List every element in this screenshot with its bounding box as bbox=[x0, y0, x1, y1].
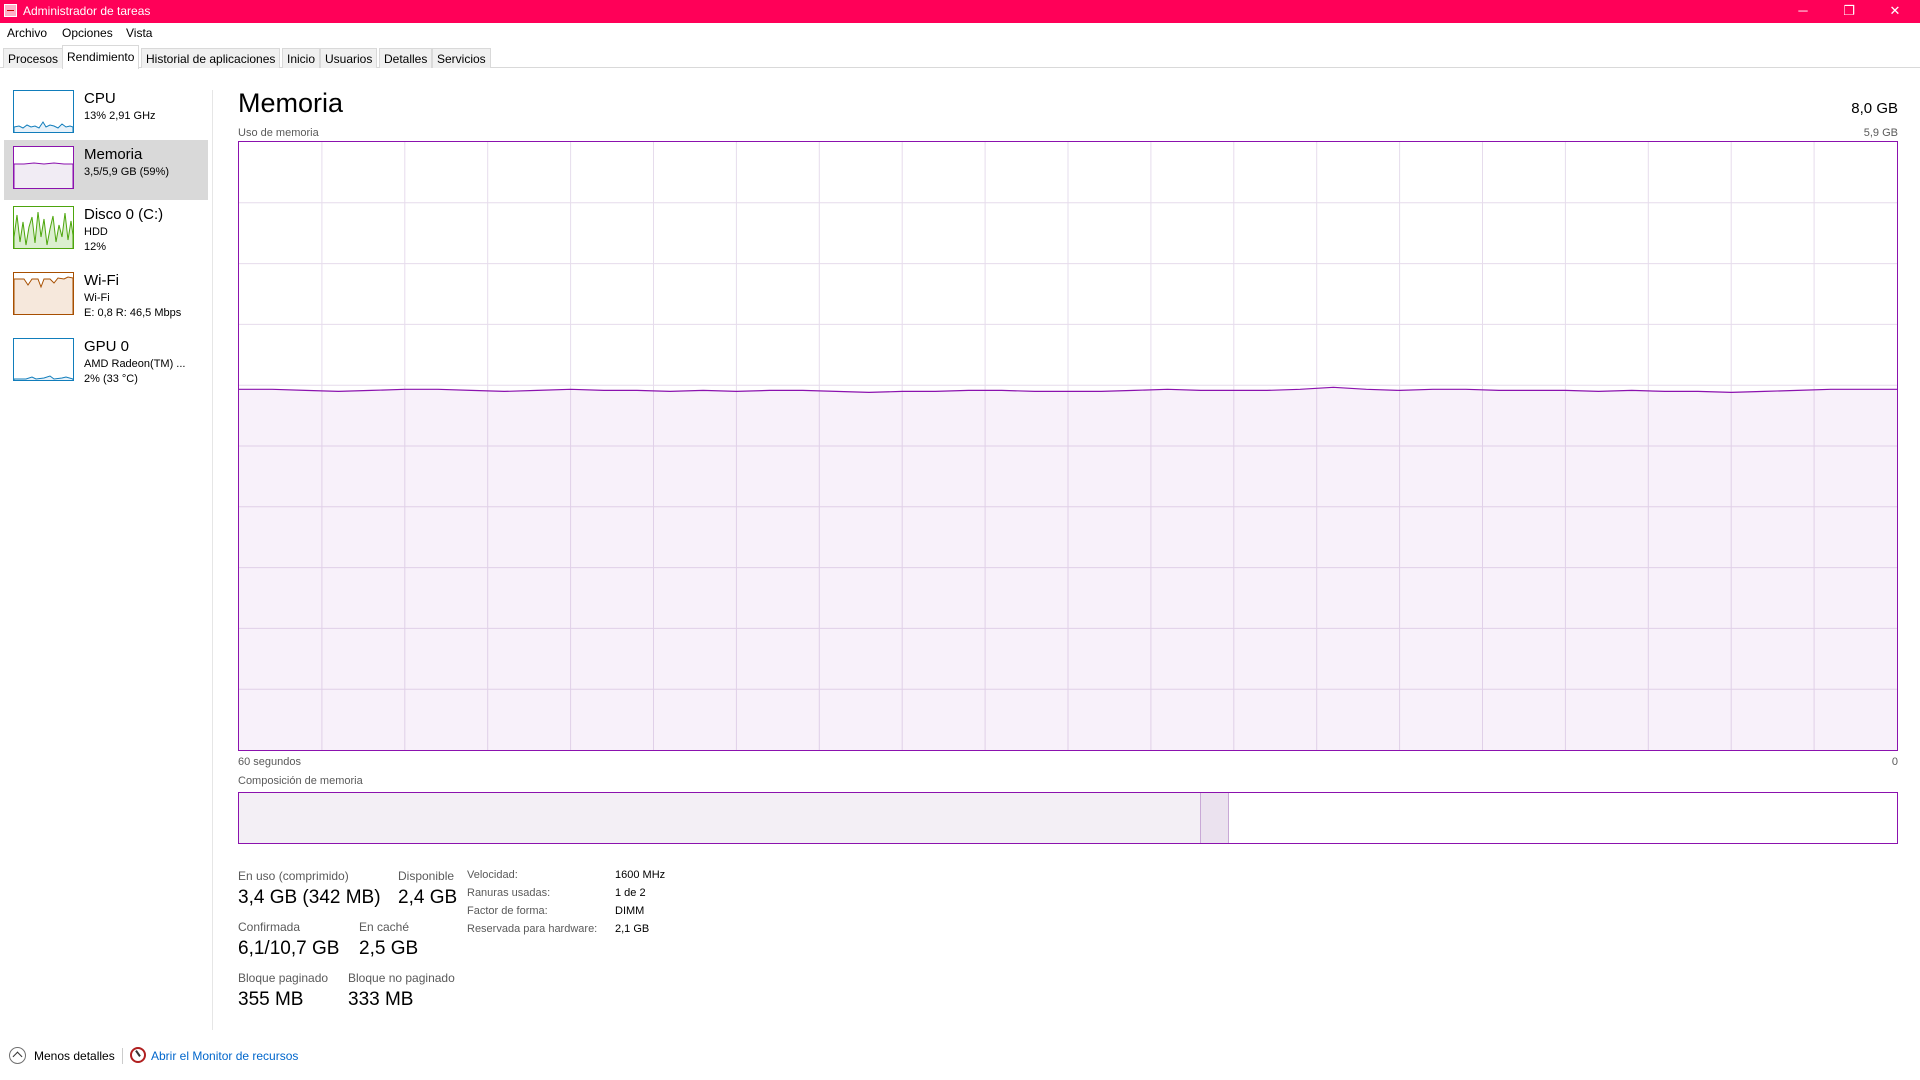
memory-thumbnail-graph bbox=[13, 146, 74, 189]
detail-label: Ranuras usadas: bbox=[467, 887, 551, 899]
detail-label: Factor de forma: bbox=[467, 905, 548, 917]
menu-archivo[interactable]: Archivo bbox=[7, 26, 47, 40]
footer-divider bbox=[122, 1048, 123, 1064]
stat-label: Bloque no paginado bbox=[348, 971, 455, 985]
sidebar-title: GPU 0 bbox=[84, 338, 130, 355]
sidebar-detail: AMD Radeon(TM) ... bbox=[84, 358, 186, 370]
menu-bar: Archivo Opciones Vista bbox=[0, 23, 1920, 43]
close-button[interactable]: ✕ bbox=[1872, 0, 1918, 23]
tab-strip: Procesos Rendimiento Historial de aplica… bbox=[0, 45, 1920, 69]
cpu-thumbnail-graph bbox=[13, 90, 74, 133]
memory-composition-bar bbox=[238, 792, 1898, 844]
stat-label: Disponible bbox=[398, 869, 455, 883]
sidebar-detail: Wi-Fi bbox=[84, 292, 110, 304]
stat-value: 333 MB bbox=[348, 989, 414, 1010]
detail-value: DIMM bbox=[615, 905, 645, 917]
restore-button[interactable]: ❐ bbox=[1826, 0, 1872, 23]
sidebar-item-memoria[interactable]: Memoria 3,5/5,9 GB (59%) bbox=[4, 140, 208, 200]
detail-value: 2,1 GB bbox=[615, 923, 650, 935]
composition-modified[interactable] bbox=[1201, 793, 1229, 843]
page-title: Memoria bbox=[238, 88, 344, 118]
tab-historial[interactable]: Historial de aplicaciones bbox=[141, 48, 281, 68]
time-axis-left: 60 segundos bbox=[238, 756, 301, 768]
window-title: Administrador de tareas bbox=[23, 4, 151, 18]
sidebar-detail: 2% (33 °C) bbox=[84, 373, 138, 385]
stat-label: Confirmada bbox=[238, 920, 301, 934]
sidebar-title: Wi-Fi bbox=[84, 272, 119, 289]
menu-vista[interactable]: Vista bbox=[126, 26, 152, 40]
footer: Menos detalles Abrir el Monitor de recur… bbox=[0, 1045, 1920, 1069]
stat-value: 355 MB bbox=[238, 989, 304, 1010]
usage-graph-max: 5,9 GB bbox=[1863, 127, 1898, 139]
detail-value: 1600 MHz bbox=[615, 869, 666, 881]
memory-usage-svg bbox=[239, 142, 1897, 750]
tab-rendimiento[interactable]: Rendimiento bbox=[62, 45, 140, 69]
stat-label: En caché bbox=[359, 920, 410, 934]
sidebar-title: Disco 0 (C:) bbox=[84, 206, 164, 223]
sidebar-detail: HDD bbox=[84, 226, 108, 238]
stat-label: En uso (comprimido) bbox=[238, 869, 349, 883]
sidebar-title: CPU bbox=[84, 90, 116, 107]
detail-label: Reservada para hardware: bbox=[467, 923, 598, 935]
menu-opciones[interactable]: Opciones bbox=[62, 26, 113, 40]
tab-usuarios[interactable]: Usuarios bbox=[320, 48, 378, 68]
stat-value: 3,4 GB (342 MB) bbox=[238, 887, 381, 908]
tab-procesos[interactable]: Procesos bbox=[3, 48, 64, 68]
open-resource-monitor-link[interactable]: Abrir el Monitor de recursos bbox=[151, 1049, 298, 1063]
composition-in-use[interactable] bbox=[239, 793, 1201, 843]
resource-list: CPU 13% 2,91 GHz Memoria 3,5/5,9 GB (59%… bbox=[0, 68, 212, 1028]
less-details-link[interactable]: Menos detalles bbox=[34, 1049, 115, 1063]
usage-graph-label: Uso de memoria bbox=[238, 127, 319, 139]
stat-label: Bloque paginado bbox=[238, 971, 329, 985]
stat-value: 6,1/10,7 GB bbox=[238, 938, 340, 959]
memory-usage-chart bbox=[238, 141, 1898, 751]
composition-label: Composición de memoria bbox=[238, 775, 363, 787]
title-bar: Administrador de tareas ─ ❐ ✕ bbox=[0, 0, 1920, 23]
memory-usage-area bbox=[239, 387, 1897, 750]
wifi-thumbnail-graph bbox=[13, 272, 74, 315]
tab-detalles[interactable]: Detalles bbox=[379, 48, 433, 68]
task-manager-icon bbox=[4, 4, 17, 17]
sidebar-detail: 13% 2,91 GHz bbox=[84, 110, 156, 122]
gpu-thumbnail-graph bbox=[13, 338, 74, 381]
minimize-button[interactable]: ─ bbox=[1780, 0, 1826, 23]
resource-monitor-icon[interactable] bbox=[130, 1047, 146, 1063]
sidebar-detail: 12% bbox=[84, 241, 107, 253]
sidebar-item-gpu[interactable]: GPU 0 AMD Radeon(TM) ... 2% (33 °C) bbox=[4, 332, 208, 392]
sidebar-item-cpu[interactable]: CPU 13% 2,91 GHz bbox=[4, 84, 208, 144]
time-axis-right: 0 bbox=[1891, 756, 1898, 768]
disk-thumbnail-graph bbox=[13, 206, 74, 249]
pane-splitter[interactable] bbox=[212, 90, 213, 1030]
stat-value: 2,4 GB bbox=[398, 887, 458, 908]
tab-servicios[interactable]: Servicios bbox=[432, 48, 491, 68]
detail-label: Velocidad: bbox=[467, 869, 518, 881]
sidebar-item-wifi[interactable]: Wi-Fi Wi-Fi E: 0,8 R: 46,5 Mbps bbox=[4, 266, 208, 326]
detail-value: 1 de 2 bbox=[615, 887, 646, 899]
sidebar-item-disco[interactable]: Disco 0 (C:) HDD 12% bbox=[4, 200, 208, 260]
sidebar-detail: E: 0,8 R: 46,5 Mbps bbox=[84, 307, 182, 319]
stat-value: 2,5 GB bbox=[359, 938, 419, 959]
sidebar-detail: 3,5/5,9 GB (59%) bbox=[84, 166, 169, 178]
sidebar-title: Memoria bbox=[84, 146, 143, 163]
tab-inicio[interactable]: Inicio bbox=[282, 48, 321, 68]
memory-panel: Memoria 8,0 GB Uso de memoria 5,9 GB 60 … bbox=[238, 68, 1898, 1028]
chevron-up-icon[interactable] bbox=[9, 1047, 26, 1064]
total-memory: 8,0 GB bbox=[1851, 100, 1898, 117]
